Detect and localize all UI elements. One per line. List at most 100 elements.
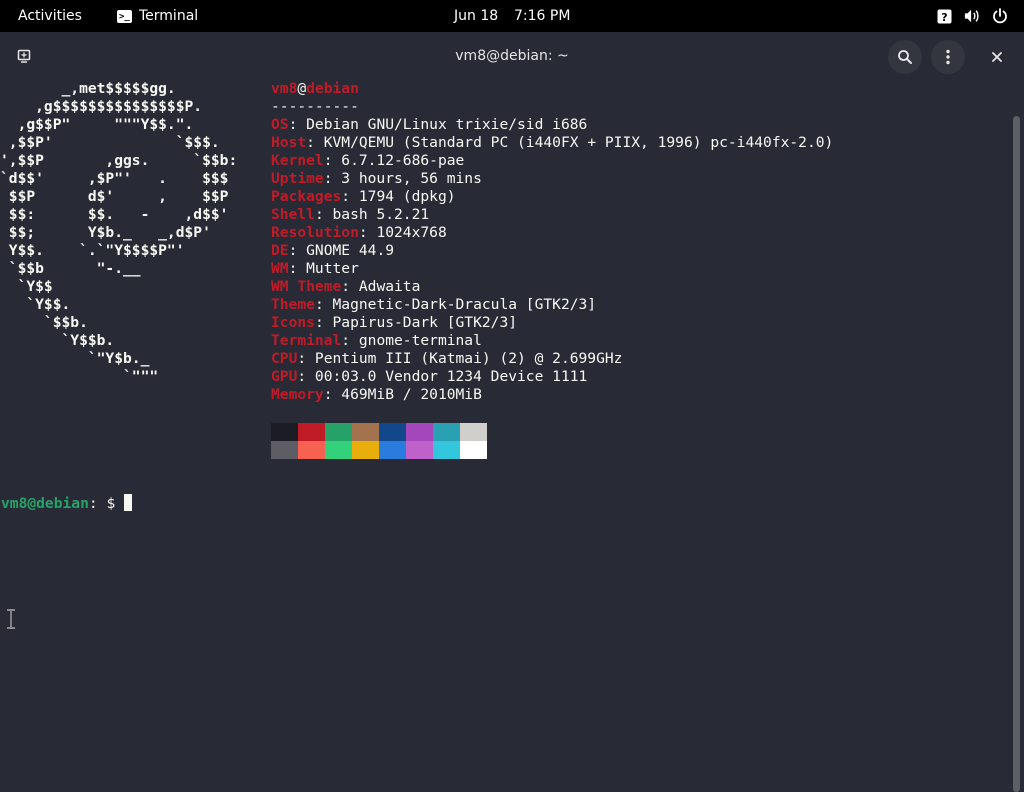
info-row: Uptime: 3 hours, 56 mins <box>271 170 482 188</box>
logo-line: `Y$$. <box>0 296 71 313</box>
logo-line: `""" <box>0 368 159 385</box>
info-label: OS <box>271 116 289 133</box>
logo-line: ,g$$$$$$$$$$$$$$$P. <box>0 98 203 115</box>
info-value: : Adwaita <box>341 278 421 295</box>
info-label: WM Theme <box>271 278 342 295</box>
search-icon <box>898 50 912 64</box>
info-label: Uptime <box>271 170 324 187</box>
info-row: GPU: 00:03.0 Vendor 1234 Device 1111 <box>271 368 587 386</box>
fetch-host: debian <box>306 80 359 97</box>
help-icon[interactable]: ? <box>936 8 952 24</box>
clock-time[interactable]: 7:16 PM <box>514 0 570 32</box>
search-button[interactable] <box>888 40 922 74</box>
info-label: Kernel <box>271 152 324 169</box>
scrollbar[interactable] <box>1013 116 1020 792</box>
prompt-suffix: : $ <box>88 495 125 512</box>
info-label: Theme <box>271 296 315 313</box>
info-value: : KVM/QEMU (Standard PC (i440FX + PIIX, … <box>306 134 834 151</box>
palette-swatch <box>271 423 298 441</box>
app-menu-terminal[interactable]: >_ Terminal <box>117 0 198 32</box>
power-icon[interactable] <box>992 8 1008 24</box>
palette-swatch <box>379 441 406 459</box>
palette-swatch <box>298 423 325 441</box>
palette-swatch <box>379 423 406 441</box>
info-row: Resolution: 1024x768 <box>271 224 447 242</box>
info-value: : 469MiB / 2010MiB <box>323 386 482 403</box>
palette-swatch <box>352 441 379 459</box>
info-label: Terminal <box>271 332 342 349</box>
palette-swatch <box>325 423 352 441</box>
info-label: DE <box>271 242 289 259</box>
close-icon <box>992 52 1002 62</box>
palette-swatch <box>406 423 433 441</box>
info-value: : Debian GNU/Linux trixie/sid i686 <box>288 116 588 133</box>
activities-button[interactable]: Activities <box>18 0 82 32</box>
info-row: Theme: Magnetic-Dark-Dracula [GTK2/3] <box>271 296 596 314</box>
close-button[interactable] <box>980 40 1014 74</box>
info-row: Packages: 1794 (dpkg) <box>271 188 456 206</box>
palette-swatch <box>271 441 298 459</box>
info-value: : gnome-terminal <box>341 332 482 349</box>
info-value: : 1024x768 <box>358 224 447 241</box>
text-cursor <box>124 494 133 511</box>
logo-line: $$: $$. - ,d$$' <box>0 206 229 223</box>
logo-line: `Y$$ <box>0 278 53 295</box>
logo-line: `Y$$b. <box>0 332 115 349</box>
logo-line: `$$b. <box>0 314 88 331</box>
info-label: Resolution <box>271 224 359 241</box>
volume-icon[interactable] <box>964 8 980 24</box>
user-host-line: vm8@debian <box>271 80 359 98</box>
info-value: : 1794 (dpkg) <box>341 188 456 205</box>
system-tray[interactable]: ? <box>936 8 1008 24</box>
info-value: : Papirus-Dark [GTK2/3] <box>314 314 518 331</box>
info-row: Kernel: 6.7.12-686-pae <box>271 152 464 170</box>
info-label: Packages <box>271 188 342 205</box>
logo-line: `$$b "-.__ <box>0 260 141 277</box>
info-value: : bash 5.2.21 <box>314 206 430 223</box>
separator-line: ---------- <box>271 98 359 115</box>
terminal-output[interactable]: _,met$$$$$gg. ,g$$$$$$$$$$$$$$$P. ,g$$P"… <box>0 80 1012 768</box>
menu-icon <box>946 49 950 65</box>
top-bar: Activities >_ Terminal Jun 18 7:16 PM ? <box>0 0 1024 32</box>
info-value: : 3 hours, 56 mins <box>323 170 482 187</box>
palette-swatch <box>433 441 460 459</box>
info-value: : Magnetic-Dark-Dracula [GTK2/3] <box>314 296 597 313</box>
info-row: Host: KVM/QEMU (Standard PC (i440FX + PI… <box>271 134 833 152</box>
svg-text:?: ? <box>941 11 947 24</box>
logo-line: ,g$$P" """Y$$.". <box>0 116 194 133</box>
logo-line: _,met$$$$$gg. <box>0 80 176 97</box>
logo-line: $$; Y$b._ _,d$P' <box>0 224 211 241</box>
palette-swatch <box>460 423 487 441</box>
logo-line: $$P d$' , $$P <box>0 188 229 205</box>
info-value: : 00:03.0 Vendor 1234 Device 1111 <box>297 368 588 385</box>
info-label: GPU <box>271 368 298 385</box>
info-row: Terminal: gnome-terminal <box>271 332 482 350</box>
info-value: : Pentium III (Katmai) (2) @ 2.699GHz <box>297 350 623 367</box>
fetch-at: @ <box>297 80 307 97</box>
menu-button[interactable] <box>931 40 965 74</box>
shell-prompt[interactable]: vm8@debian: $ <box>1 494 133 512</box>
palette-swatch <box>298 441 325 459</box>
info-row: Shell: bash 5.2.21 <box>271 206 429 224</box>
info-label: Host <box>271 134 307 151</box>
logo-line: ',$$P ,ggs. `$$b: <box>0 152 238 169</box>
info-row: Memory: 469MiB / 2010MiB <box>271 386 482 404</box>
app-menu-label: Terminal <box>139 8 199 24</box>
info-value: : GNOME 44.9 <box>288 242 395 259</box>
info-row: OS: Debian GNU/Linux trixie/sid i686 <box>271 116 587 134</box>
ibeam-cursor-icon <box>7 609 15 629</box>
header-bar: vm8@debian: ~ <box>0 32 1024 80</box>
info-label: Memory <box>271 386 324 403</box>
info-label: Icons <box>271 314 315 331</box>
info-row: WM: Mutter <box>271 260 359 278</box>
window-title: vm8@debian: ~ <box>455 48 569 64</box>
info-row: DE: GNOME 44.9 <box>271 242 394 260</box>
info-row: CPU: Pentium III (Katmai) (2) @ 2.699GHz <box>271 350 622 368</box>
logo-line: Y$$. `.`"Y$$$$P"' <box>0 242 185 259</box>
info-label: Shell <box>271 206 315 223</box>
info-value: : Mutter <box>288 260 359 277</box>
clock-date[interactable]: Jun 18 <box>454 0 498 32</box>
info-label: CPU <box>271 350 298 367</box>
logo-line: ,$$P' `$$$. <box>0 134 220 151</box>
info-row: WM Theme: Adwaita <box>271 278 420 296</box>
